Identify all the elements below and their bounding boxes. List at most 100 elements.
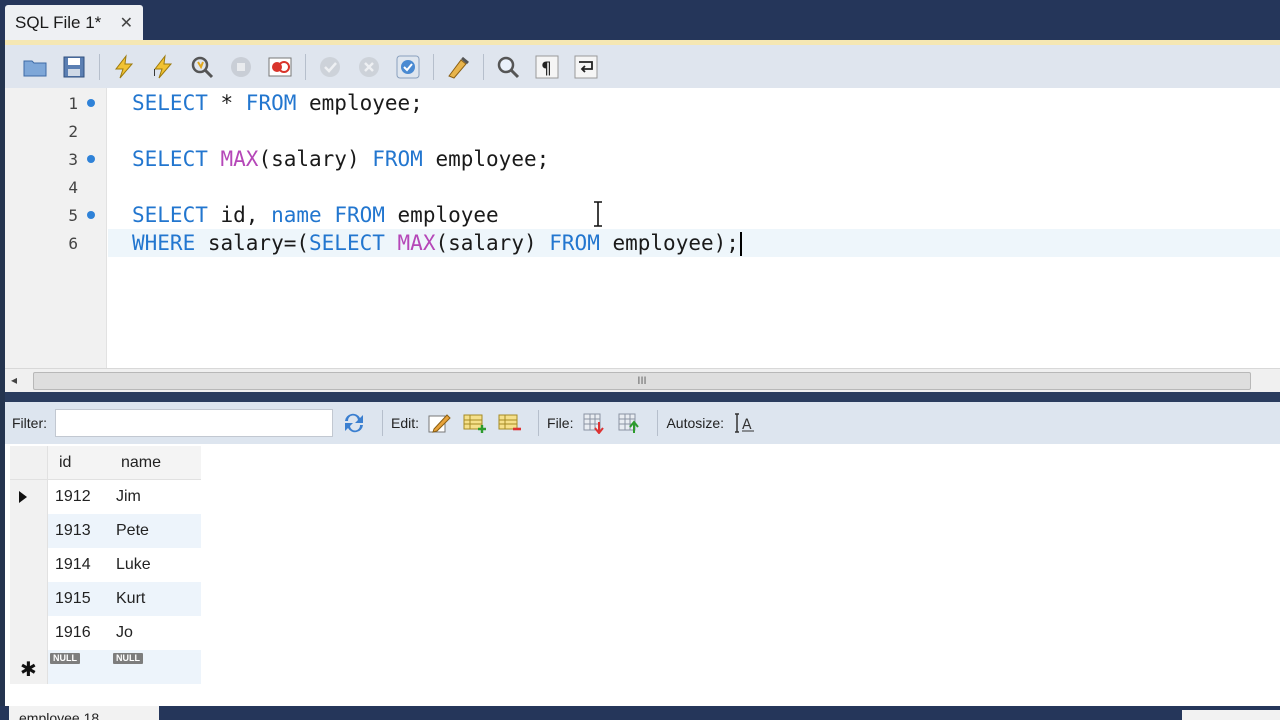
- save-icon[interactable]: [58, 51, 90, 83]
- edit-label: Edit:: [391, 415, 420, 431]
- cell-id[interactable]: 1913: [55, 522, 91, 540]
- code-text: WHERE salary=(SELECT MAX(salary) FROM em…: [132, 231, 742, 256]
- code-text: SELECT id, name FROM employee: [132, 203, 499, 227]
- line-number: 2: [68, 121, 78, 141]
- code-line-1[interactable]: 1 SELECT * FROM employee;: [68, 89, 1280, 117]
- row-selector[interactable]: [10, 548, 48, 582]
- file-label: File:: [547, 415, 574, 431]
- insert-row-icon[interactable]: [460, 409, 490, 437]
- null-badge[interactable]: NULL: [113, 653, 143, 664]
- cell-id[interactable]: 1914: [55, 556, 91, 574]
- result-tab[interactable]: employee 18: [9, 706, 159, 720]
- beautify-icon[interactable]: [442, 51, 474, 83]
- row-selector[interactable]: [10, 514, 48, 548]
- cell-name[interactable]: Jo: [116, 624, 133, 642]
- toolbar-separator: [483, 53, 484, 80]
- table-row[interactable]: 1912 Jim: [10, 480, 201, 514]
- execute-current-icon[interactable]: I: [147, 51, 179, 83]
- table-row[interactable]: 1913 Pete: [10, 514, 201, 548]
- output-panel-edge: [1182, 710, 1280, 720]
- code-line-2[interactable]: 2: [68, 117, 1280, 145]
- filter-label: Filter:: [12, 415, 47, 431]
- row-selector[interactable]: ✱: [10, 650, 48, 684]
- grip-icon: III: [637, 375, 647, 387]
- toolbar-separator: [99, 53, 100, 80]
- code-line-4[interactable]: 4: [68, 173, 1280, 201]
- stop-icon[interactable]: [225, 51, 257, 83]
- find-icon[interactable]: [492, 51, 524, 83]
- rollback-icon[interactable]: [353, 51, 385, 83]
- statement-marker-icon: [87, 99, 95, 107]
- line-number: 5: [68, 205, 78, 225]
- line-number: 1: [68, 93, 78, 113]
- export-icon[interactable]: [579, 409, 609, 437]
- word-wrap-icon[interactable]: [570, 51, 602, 83]
- text-caret: [739, 231, 742, 256]
- result-grid[interactable]: id name 1912 Jim 1913 Pete 1914 Luke 191…: [5, 444, 1280, 706]
- close-icon[interactable]: ✕: [120, 13, 133, 33]
- filter-input[interactable]: [55, 409, 333, 437]
- sql-editor[interactable]: 1 SELECT * FROM employee; 2 3 SELECT MAX…: [5, 88, 1280, 368]
- execute-icon[interactable]: [108, 51, 140, 83]
- column-header-name[interactable]: name: [108, 446, 201, 480]
- cell-id[interactable]: 1916: [55, 624, 91, 642]
- line-number: 3: [68, 149, 78, 169]
- row-selector[interactable]: [10, 480, 48, 514]
- null-badge[interactable]: NULL: [50, 653, 80, 664]
- row-selector-header[interactable]: [10, 446, 48, 480]
- cell-name[interactable]: Kurt: [116, 590, 145, 608]
- line-number: 6: [68, 233, 78, 253]
- code-line-5[interactable]: 5 SELECT id, name FROM employee: [68, 201, 1280, 229]
- result-tab-strip: employee 18: [0, 706, 1280, 720]
- cell-id[interactable]: 1912: [55, 488, 91, 506]
- statement-marker-icon: [87, 155, 95, 163]
- toggle-error-icon[interactable]: [264, 51, 296, 83]
- commit-icon[interactable]: [314, 51, 346, 83]
- table-row[interactable]: 1916 Jo: [10, 616, 201, 650]
- autosize-icon[interactable]: A: [730, 409, 760, 437]
- panel-splitter[interactable]: [5, 392, 1280, 402]
- row-selector[interactable]: [10, 582, 48, 616]
- tab-sql-file-1[interactable]: SQL File 1* ✕: [5, 5, 143, 41]
- scrollbar-thumb[interactable]: III: [33, 372, 1251, 390]
- code-line-3[interactable]: 3 SELECT MAX(salary) FROM employee;: [68, 145, 1280, 173]
- refresh-icon[interactable]: [339, 409, 369, 437]
- autocommit-icon[interactable]: [392, 51, 424, 83]
- ibeam-cursor-icon: [594, 201, 602, 227]
- result-grid-toolbar: Filter: Edit: File: Autosize: A: [5, 402, 1280, 444]
- import-icon[interactable]: [614, 409, 644, 437]
- new-row-asterisk-icon: ✱: [20, 659, 37, 681]
- statement-marker-icon: [87, 211, 95, 219]
- toolbar-separator: [538, 410, 540, 436]
- svg-text:¶: ¶: [541, 59, 552, 79]
- open-file-icon[interactable]: [19, 51, 51, 83]
- editor-horizontal-scrollbar[interactable]: ◂ III: [5, 368, 1280, 392]
- line-number: 4: [68, 177, 78, 197]
- toolbar-separator: [305, 53, 306, 80]
- code-area[interactable]: 1 SELECT * FROM employee; 2 3 SELECT MAX…: [68, 88, 1280, 368]
- edit-row-icon[interactable]: [425, 409, 455, 437]
- code-text: SELECT * FROM employee;: [132, 91, 423, 115]
- tab-title: SQL File 1*: [15, 13, 102, 32]
- column-header-id[interactable]: id: [48, 446, 108, 480]
- table-row[interactable]: 1915 Kurt: [10, 582, 201, 616]
- current-row-arrow-icon: [19, 491, 27, 503]
- new-row[interactable]: ✱ NULL NULL: [10, 650, 201, 684]
- toolbar-separator: [657, 410, 659, 436]
- table-row[interactable]: 1914 Luke: [10, 548, 201, 582]
- sql-editor-toolbar: I ¶: [5, 45, 1280, 88]
- cell-name[interactable]: Jim: [116, 488, 141, 506]
- cell-name[interactable]: Luke: [116, 556, 151, 574]
- delete-row-icon[interactable]: [495, 409, 525, 437]
- scroll-left-icon[interactable]: ◂: [11, 373, 17, 387]
- row-selector[interactable]: [10, 616, 48, 650]
- code-line-6[interactable]: 6 WHERE salary=(SELECT MAX(salary) FROM …: [68, 229, 1280, 257]
- invisible-chars-icon[interactable]: ¶: [531, 51, 563, 83]
- code-text: SELECT MAX(salary) FROM employee;: [132, 147, 550, 171]
- toolbar-separator: [433, 53, 434, 80]
- toolbar-separator: [382, 410, 383, 436]
- explain-icon[interactable]: [186, 51, 218, 83]
- cell-id[interactable]: 1915: [55, 590, 91, 608]
- cell-name[interactable]: Pete: [116, 522, 149, 540]
- autosize-label: Autosize:: [666, 415, 725, 431]
